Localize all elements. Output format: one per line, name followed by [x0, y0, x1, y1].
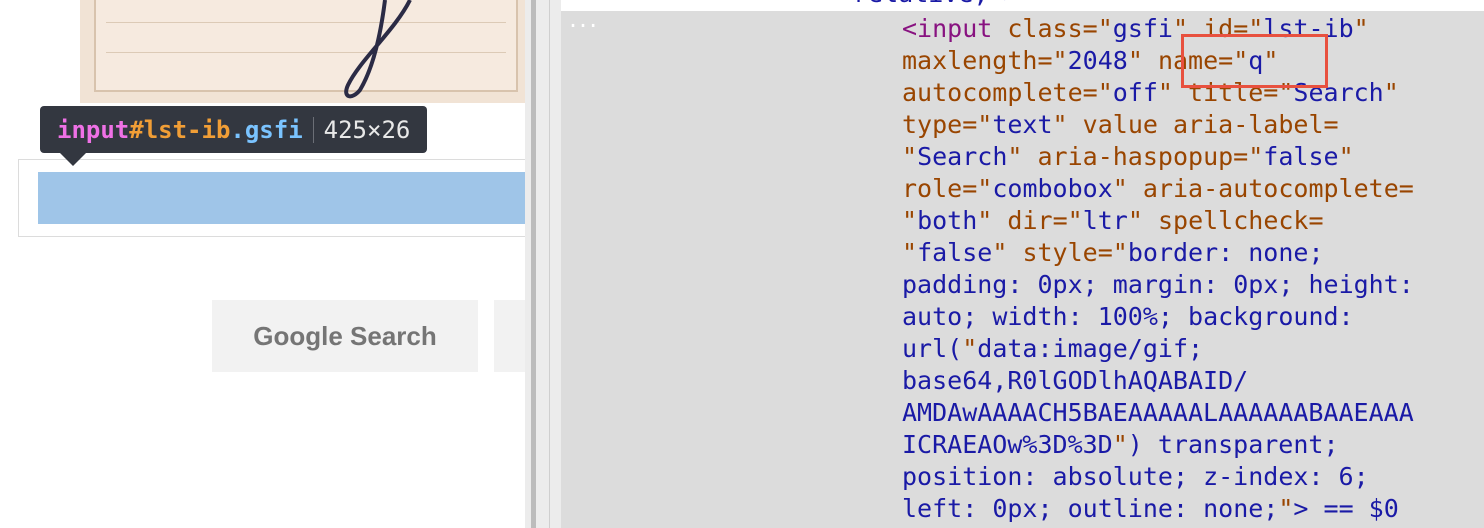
code-line: left: 0px; outline: none;"> == $0 [902, 494, 1399, 523]
code-line: "Search" aria-haspopup="false" [902, 142, 1354, 171]
code-line: <input class="gsfi" id="lst-ib" [902, 14, 1369, 43]
code-line: AMDAwAAAACH5BAEAAAAALAAAAAABAAEAAA [902, 398, 1414, 427]
code-line: type="text" value aria-label= [902, 110, 1339, 139]
tooltip-tag: input [57, 115, 130, 144]
google-doodle[interactable] [80, 0, 525, 103]
previous-line-text: relative;"> [853, 0, 1019, 10]
google-search-button[interactable]: Google Search [212, 300, 478, 372]
divider-grip[interactable] [531, 0, 536, 528]
doodle-signature-stroke [344, 0, 412, 99]
devtools-elements-panel: relative;"> ... <input class="gsfi" id="… [561, 0, 1484, 528]
previous-line-strip: relative;"> [561, 0, 1484, 11]
selected-node-source[interactable]: <input class="gsfi" id="lst-ib" maxlength… [902, 13, 1414, 525]
tooltip-class: .gsfi [230, 115, 303, 144]
code-line: auto; width: 100%; background: [902, 302, 1354, 331]
highlight-box [1181, 34, 1328, 88]
code-line: "both" dir="ltr" spellcheck= [902, 206, 1324, 235]
code-line: autocomplete="off" title="Search" [902, 78, 1399, 107]
code-line: "false" style="border: none; [902, 238, 1324, 267]
code-line: position: absolute; z-index: 6; [902, 462, 1369, 491]
browser-page-pane: input #lst-ib .gsfi 425×26 Google Search [0, 0, 525, 528]
tooltip-dimensions: 425×26 [323, 115, 411, 144]
code-line: maxlength="2048" name="q" [902, 46, 1279, 75]
tooltip-id: #lst-ib [129, 115, 231, 144]
feeling-lucky-button[interactable] [494, 300, 525, 372]
search-input[interactable] [38, 172, 525, 224]
ellipsis-icon[interactable]: ... [567, 10, 599, 30]
code-line: padding: 0px; margin: 0px; height: [902, 270, 1414, 299]
code-line: role="combobox" aria-autocomplete= [902, 174, 1414, 203]
divider-line [549, 0, 550, 528]
code-line: ICRAEAOw%3D%3D") transparent; [902, 430, 1339, 459]
code-line: url("data:image/gif; [902, 334, 1204, 363]
pane-divider[interactable] [525, 0, 561, 528]
tooltip-arrow [60, 153, 86, 166]
code-line: base64,R0lGODlhAQABAID/ [902, 366, 1249, 395]
element-inspector-tooltip: input #lst-ib .gsfi 425×26 [40, 106, 428, 153]
tooltip-separator [312, 116, 314, 143]
